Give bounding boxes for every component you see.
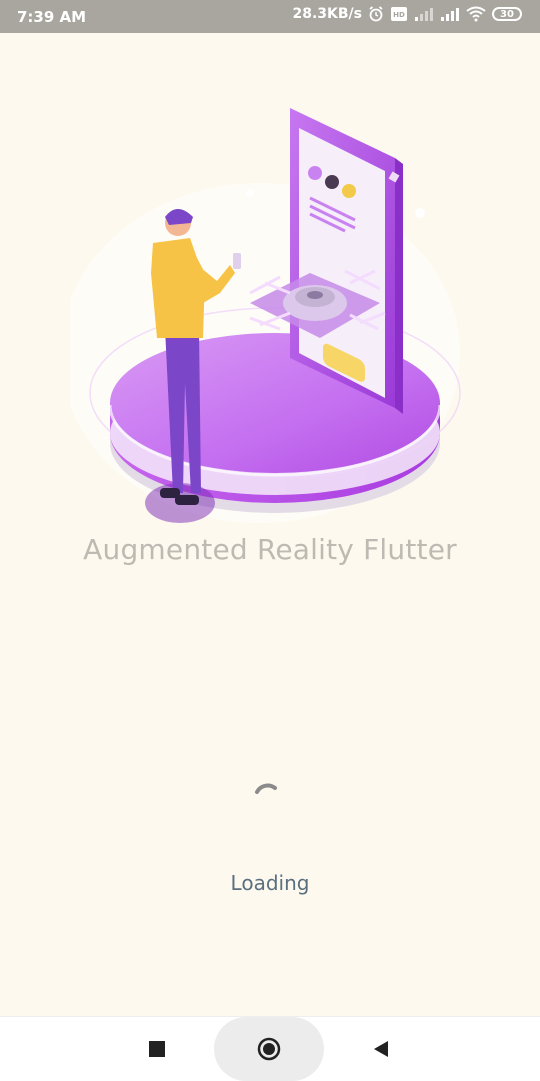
- ar-person-phone-illustration: [70, 108, 461, 523]
- home-circle-icon[interactable]: [257, 1037, 281, 1061]
- recents-square-icon[interactable]: [149, 1041, 165, 1057]
- loading-label: Loading: [230, 871, 310, 895]
- wifi-icon: [466, 6, 486, 22]
- signal-icon: [441, 8, 459, 21]
- navigation-bar: [0, 1016, 540, 1081]
- net-speed: 28.3KB/s: [292, 6, 362, 22]
- volte-icon: HD: [391, 7, 407, 21]
- signal-icon: [415, 8, 433, 21]
- battery-icon: 30: [492, 7, 522, 21]
- loading-spinner: [255, 783, 277, 794]
- battery-level: 30: [500, 8, 514, 20]
- app-title: Augmented Reality Flutter: [83, 533, 457, 566]
- status-bar: 7:39 AM 28.3KB/s HD 30: [0, 0, 540, 33]
- splash-screen: Augmented Reality Flutter Loading: [0, 33, 540, 1016]
- status-time: 7:39 AM: [17, 8, 87, 26]
- alarm-icon: [369, 6, 383, 22]
- back-triangle-icon[interactable]: [372, 1039, 390, 1059]
- status-icons: 28.3KB/s HD 30: [292, 6, 522, 22]
- svg-text:HD: HD: [393, 11, 405, 19]
